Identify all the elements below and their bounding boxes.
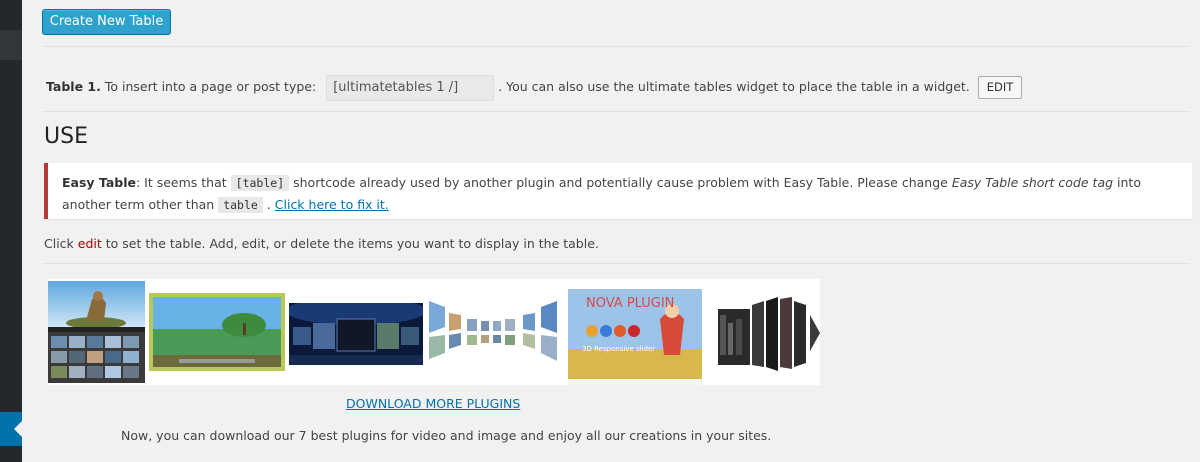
create-new-table-button[interactable]: Create New Table — [42, 9, 171, 35]
divider — [42, 263, 1190, 264]
instructions-text: Click — [44, 236, 74, 251]
use-heading: USE — [44, 124, 88, 149]
notice-emphasis: Easy Table short code tag — [951, 175, 1114, 190]
usage-instructions: Click edit to set the table. Add, edit, … — [44, 236, 599, 251]
shortcode-field[interactable]: [ultimatetables 1 /] — [326, 74, 495, 101]
divider — [42, 46, 1190, 47]
nova-plugin-subtitle: 3D Responsive slider — [582, 345, 655, 353]
video-gallery-thumbnail[interactable] — [48, 281, 145, 383]
shortcode-conflict-notice: Easy Table: It seems that [table] shortc… — [44, 163, 1192, 219]
accordion-slider-thumbnail[interactable] — [712, 295, 820, 373]
nova-plugin-title: NOVA PLUGIN — [586, 296, 674, 311]
fix-it-link[interactable]: Click here to fix it. — [275, 197, 389, 212]
sidebar-menu-item[interactable] — [0, 30, 22, 60]
edit-keyword: edit — [77, 236, 102, 251]
table-shortcode-row: Table 1. To insert into a page or post t… — [46, 73, 1023, 101]
plugin-thumbnails[interactable]: NOVA PLUGIN 3D Responsive slider — [48, 279, 820, 385]
nova-plugin-thumbnail[interactable]: NOVA PLUGIN 3D Responsive slider — [568, 289, 702, 385]
lightbox-slider-thumbnail[interactable] — [149, 293, 285, 371]
notice-text: : It seems that — [135, 175, 227, 190]
notice-text: shortcode already used by another plugin… — [293, 175, 948, 190]
main-content: Create New Table Table 1. To insert into… — [22, 0, 1200, 462]
instructions-text: to set the table. Add, edit, or delete t… — [105, 236, 599, 251]
table-label: Table 1. — [46, 79, 101, 94]
admin-sidebar — [0, 0, 22, 462]
divider — [42, 111, 1190, 112]
notice-code: table — [218, 197, 263, 213]
download-more-plugins-link[interactable]: DOWNLOAD MORE PLUGINS — [346, 396, 520, 411]
download-description: Now, you can download our 7 best plugins… — [121, 428, 772, 443]
notice-text: . — [266, 197, 271, 212]
3d-wall-thumbnail[interactable] — [427, 297, 561, 369]
notice-title: Easy Table — [62, 175, 136, 190]
sidebar-active-indicator — [14, 421, 22, 437]
widget-instruction: . You can also use the ultimate tables w… — [498, 79, 970, 94]
edit-table-button[interactable]: EDIT — [977, 76, 1023, 99]
space-carousel-thumbnail[interactable] — [289, 303, 423, 365]
shortcode-instruction: To insert into a page or post type: — [104, 79, 317, 94]
notice-code: [table] — [230, 175, 290, 191]
